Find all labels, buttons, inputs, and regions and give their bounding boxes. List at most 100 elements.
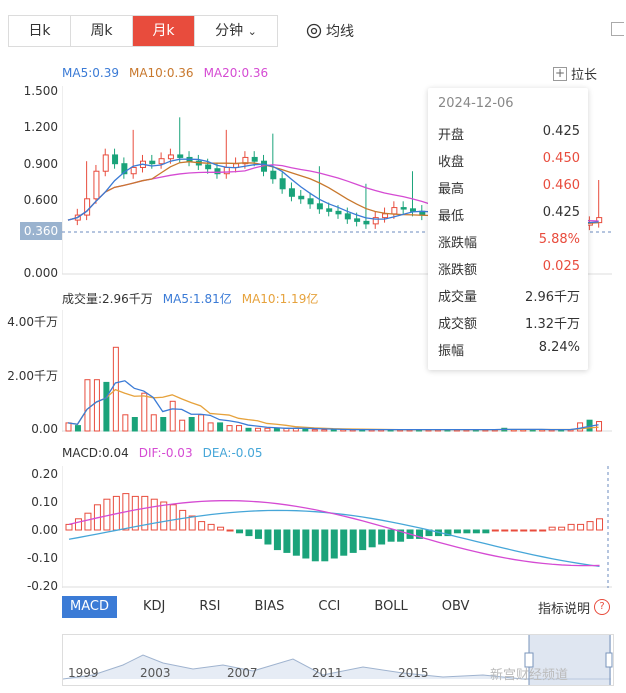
question-icon: ?	[594, 599, 610, 615]
price-tick: 1.200	[23, 120, 58, 134]
macd-bar	[378, 529, 386, 545]
average-line-toggle[interactable]: 均线	[306, 21, 354, 41]
candle-body	[205, 164, 212, 170]
tooltip-label: 涨跌额	[438, 263, 478, 278]
indicator-tab-bias[interactable]: BIAS	[246, 596, 292, 618]
volume-bar	[207, 422, 214, 432]
volume-bar	[169, 400, 176, 432]
macd-bar	[188, 515, 196, 531]
candle-body	[167, 154, 174, 160]
zoom-button[interactable]: + 拉长	[553, 64, 597, 83]
dea-value: DEA:-0.05	[202, 446, 263, 460]
macd-bar	[539, 529, 547, 532]
candle-body	[354, 218, 361, 222]
tooltip-row-low: 最低 0.425	[438, 205, 580, 224]
volume-bar	[245, 427, 252, 432]
candle-body	[326, 208, 333, 212]
candle-body	[391, 207, 398, 215]
indicator-tab-boll[interactable]: BOLL	[366, 596, 415, 618]
candle-body	[288, 188, 295, 197]
period-tabs: 日k 周k 月k 分钟 ⌄	[8, 15, 278, 47]
volume-bar	[254, 427, 261, 432]
tooltip-label: 成交额	[438, 317, 478, 332]
volume-ma5: MA5:1.81亿	[162, 292, 232, 306]
ma10-value: MA10:0.36	[128, 66, 194, 80]
macd-bar	[387, 529, 395, 542]
indicator-tab-macd[interactable]: MACD	[62, 596, 117, 618]
candle-body	[158, 158, 165, 165]
macd-bar	[273, 529, 281, 551]
tooltip-value: 5.88%	[538, 232, 580, 247]
candle-body	[307, 198, 314, 205]
timeline-year: 2003	[140, 666, 171, 680]
tooltip-value: 8.24%	[538, 340, 580, 355]
volume-bar	[188, 417, 195, 432]
macd-tick: 0.20	[31, 467, 58, 481]
price-tick: 0.600	[23, 193, 58, 207]
volume-bar	[93, 379, 100, 432]
tooltip-row-volume: 成交量 2.96千万	[438, 286, 580, 305]
indicator-tab-rsi[interactable]: RSI	[191, 596, 228, 618]
timeline-year: 2015	[398, 666, 429, 680]
volume-bar	[198, 414, 205, 432]
tab-minute-dropdown[interactable]: 分钟 ⌄	[195, 16, 277, 46]
volume-ma10: MA10:1.19亿	[241, 292, 319, 306]
kline-tooltip: 2024-12-06 开盘 0.425 收盘 0.450 最高 0.460 最低 0.4…	[428, 88, 588, 370]
macd-bar	[84, 512, 92, 531]
macd-bar	[169, 504, 177, 531]
macd-bar	[482, 529, 490, 534]
indicator-tab-kdj[interactable]: KDJ	[135, 596, 173, 618]
dif-value: DIF:-0.03	[138, 446, 193, 460]
candle-body	[93, 170, 100, 200]
macd-tick: 0.00	[31, 523, 58, 537]
tab-daily-k[interactable]: 日k	[9, 16, 71, 46]
timeline-right-handle[interactable]	[605, 652, 613, 668]
volume-bar	[273, 427, 280, 432]
eye-icon	[306, 23, 322, 39]
macd-bar	[150, 498, 158, 531]
ma5-value: MA5:0.39	[62, 66, 119, 80]
macd-bar	[453, 529, 461, 534]
macd-bar	[520, 529, 528, 532]
indicator-tab-obv[interactable]: OBV	[434, 596, 478, 618]
volume-bar	[596, 421, 603, 432]
macd-bar	[596, 518, 604, 531]
macd-tick: 0.10	[31, 495, 58, 509]
volume-bar	[84, 379, 91, 432]
tab-weekly-k[interactable]: 周k	[71, 16, 133, 46]
tooltip-value: 0.025	[542, 259, 580, 274]
tooltip-value: 1.32千万	[525, 317, 580, 332]
macd-bar	[567, 523, 575, 531]
candle-body	[279, 178, 286, 190]
help-label: 指标说明	[537, 601, 590, 617]
volume-bar	[150, 414, 157, 432]
macd-bar	[501, 529, 509, 532]
macd-bar	[368, 529, 376, 548]
tooltip-row-change-amt: 涨跌额 0.025	[438, 259, 580, 278]
tooltip-value: 0.460	[542, 178, 580, 193]
expand-icon[interactable]	[611, 22, 624, 36]
macd-bar	[463, 529, 471, 534]
volume-bar	[179, 419, 186, 432]
tab-minute-label: 分钟	[215, 23, 244, 39]
macd-bar	[65, 523, 73, 531]
volume-bar	[141, 392, 148, 432]
candle-body	[316, 203, 323, 210]
candle-body	[344, 213, 351, 220]
volume-bar	[226, 425, 233, 432]
macd-bar	[302, 529, 310, 559]
macd-legend: MACD:0.04 DIF:-0.03 DEA:-0.05	[62, 446, 263, 460]
zoom-label: 拉长	[571, 68, 598, 83]
macd-bar	[179, 509, 187, 531]
macd-bar	[510, 529, 518, 532]
indicator-tab-cci[interactable]: CCI	[310, 596, 348, 618]
tab-monthly-k[interactable]: 月k	[133, 16, 195, 46]
indicator-help-link[interactable]: 指标说明 ?	[538, 598, 610, 617]
candle-body	[112, 154, 119, 165]
timeline-year: 2007	[227, 666, 258, 680]
tooltip-label: 振幅	[438, 344, 465, 359]
tooltip-label: 开盘	[438, 128, 465, 143]
macd-bar	[236, 529, 244, 534]
macd-bar	[340, 529, 348, 556]
volume-bar	[236, 425, 243, 432]
